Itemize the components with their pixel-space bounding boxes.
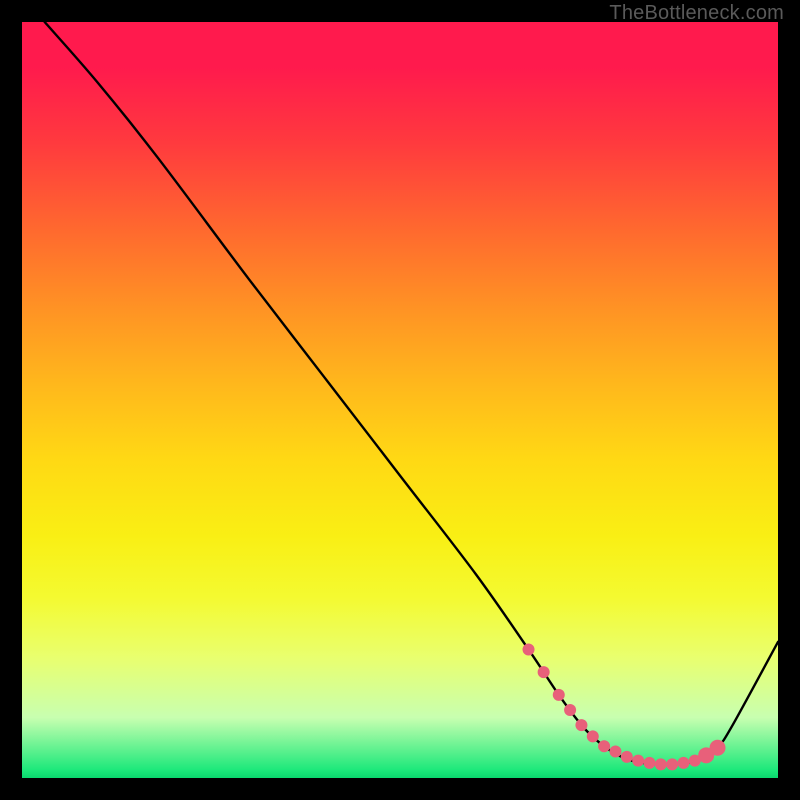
curve-markers xyxy=(523,643,726,770)
curve-marker xyxy=(678,757,690,769)
curve-marker xyxy=(538,666,550,678)
bottleneck-curve xyxy=(45,22,778,765)
curve-marker xyxy=(575,719,587,731)
curve-marker xyxy=(523,643,535,655)
curve-marker xyxy=(710,740,726,756)
curve-marker xyxy=(564,704,576,716)
plot-area xyxy=(22,22,778,778)
curve-marker xyxy=(621,751,633,763)
curve-marker xyxy=(553,689,565,701)
chart-frame: TheBottleneck.com xyxy=(0,0,800,800)
curve-marker xyxy=(632,755,644,767)
curve-marker xyxy=(587,730,599,742)
chart-svg xyxy=(22,22,778,778)
curve-marker xyxy=(643,757,655,769)
curve-marker xyxy=(598,740,610,752)
curve-marker xyxy=(609,746,621,758)
curve-marker xyxy=(655,758,667,770)
curve-marker xyxy=(666,758,678,770)
